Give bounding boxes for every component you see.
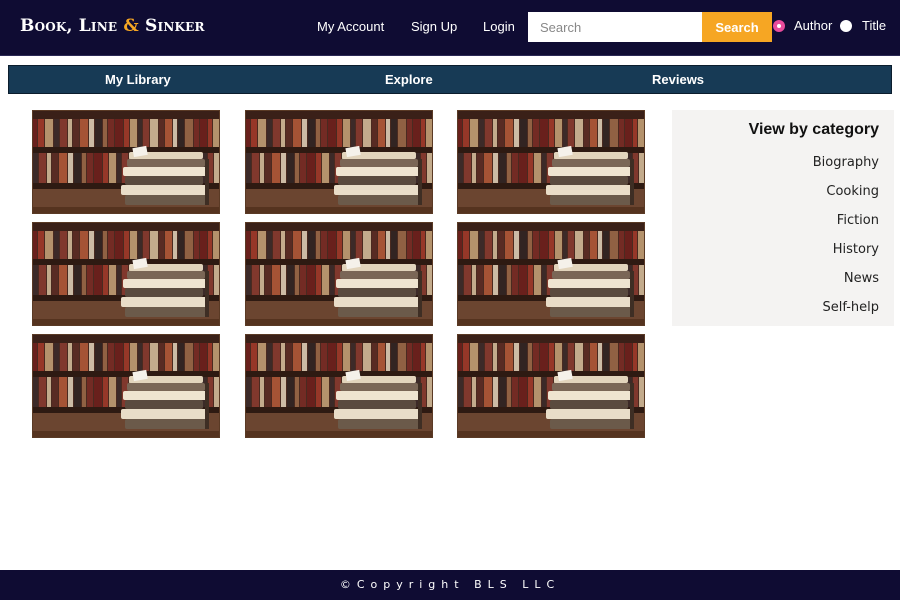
book-tile[interactable]: [457, 110, 645, 214]
book-stack-image: [33, 111, 219, 213]
site-logo[interactable]: Book, Line & Sinker: [20, 16, 205, 36]
main-tab-bar: My Library Explore Reviews: [8, 65, 892, 94]
book-stack-image: [458, 335, 644, 437]
search-by-title-radio[interactable]: [840, 20, 852, 32]
search-by-author-label: Author: [794, 18, 833, 33]
book-tile[interactable]: [245, 334, 433, 438]
category-link-history[interactable]: History: [833, 242, 879, 257]
category-link-news[interactable]: News: [844, 271, 879, 286]
tab-explore[interactable]: Explore: [385, 72, 433, 87]
book-tile[interactable]: [457, 334, 645, 438]
site-header: Book, Line & Sinker My Account Sign Up L…: [0, 0, 900, 56]
category-sidebar: View by category Biography Cooking Ficti…: [672, 110, 894, 326]
book-tile[interactable]: [32, 110, 220, 214]
book-stack-image: [458, 111, 644, 213]
category-link-cooking[interactable]: Cooking: [826, 184, 879, 199]
search-button[interactable]: Search: [702, 12, 772, 42]
logo-ampersand: &: [123, 16, 139, 36]
category-link-self-help[interactable]: Self-help: [822, 300, 879, 315]
nav-sign-up-link[interactable]: Sign Up: [411, 19, 457, 34]
logo-text-part1: Book, Line: [20, 16, 124, 36]
category-sidebar-title: View by category: [748, 121, 879, 138]
site-footer: ©Copyright BLS LLC: [0, 570, 900, 600]
book-tile[interactable]: [32, 334, 220, 438]
book-stack-image: [246, 223, 432, 325]
book-tile[interactable]: [245, 110, 433, 214]
search-input[interactable]: [528, 12, 702, 42]
book-stack-image: [33, 223, 219, 325]
tab-my-library[interactable]: My Library: [105, 72, 171, 87]
book-stack-image: [33, 335, 219, 437]
book-tile[interactable]: [457, 222, 645, 326]
category-link-fiction[interactable]: Fiction: [837, 213, 879, 228]
search-by-title-label: Title: [862, 18, 887, 33]
nav-my-account-link[interactable]: My Account: [317, 19, 384, 34]
category-link-biography[interactable]: Biography: [813, 155, 879, 170]
book-tile[interactable]: [245, 222, 433, 326]
search-by-author-radio[interactable]: [773, 20, 785, 32]
book-stack-image: [458, 223, 644, 325]
logo-text-part2: Sinker: [138, 16, 205, 36]
book-stack-image: [246, 335, 432, 437]
tab-reviews[interactable]: Reviews: [652, 72, 704, 87]
book-stack-image: [246, 111, 432, 213]
book-tile[interactable]: [32, 222, 220, 326]
copyright-text: ©Copyright BLS LLC: [339, 578, 561, 591]
nav-login-link[interactable]: Login: [483, 19, 515, 34]
